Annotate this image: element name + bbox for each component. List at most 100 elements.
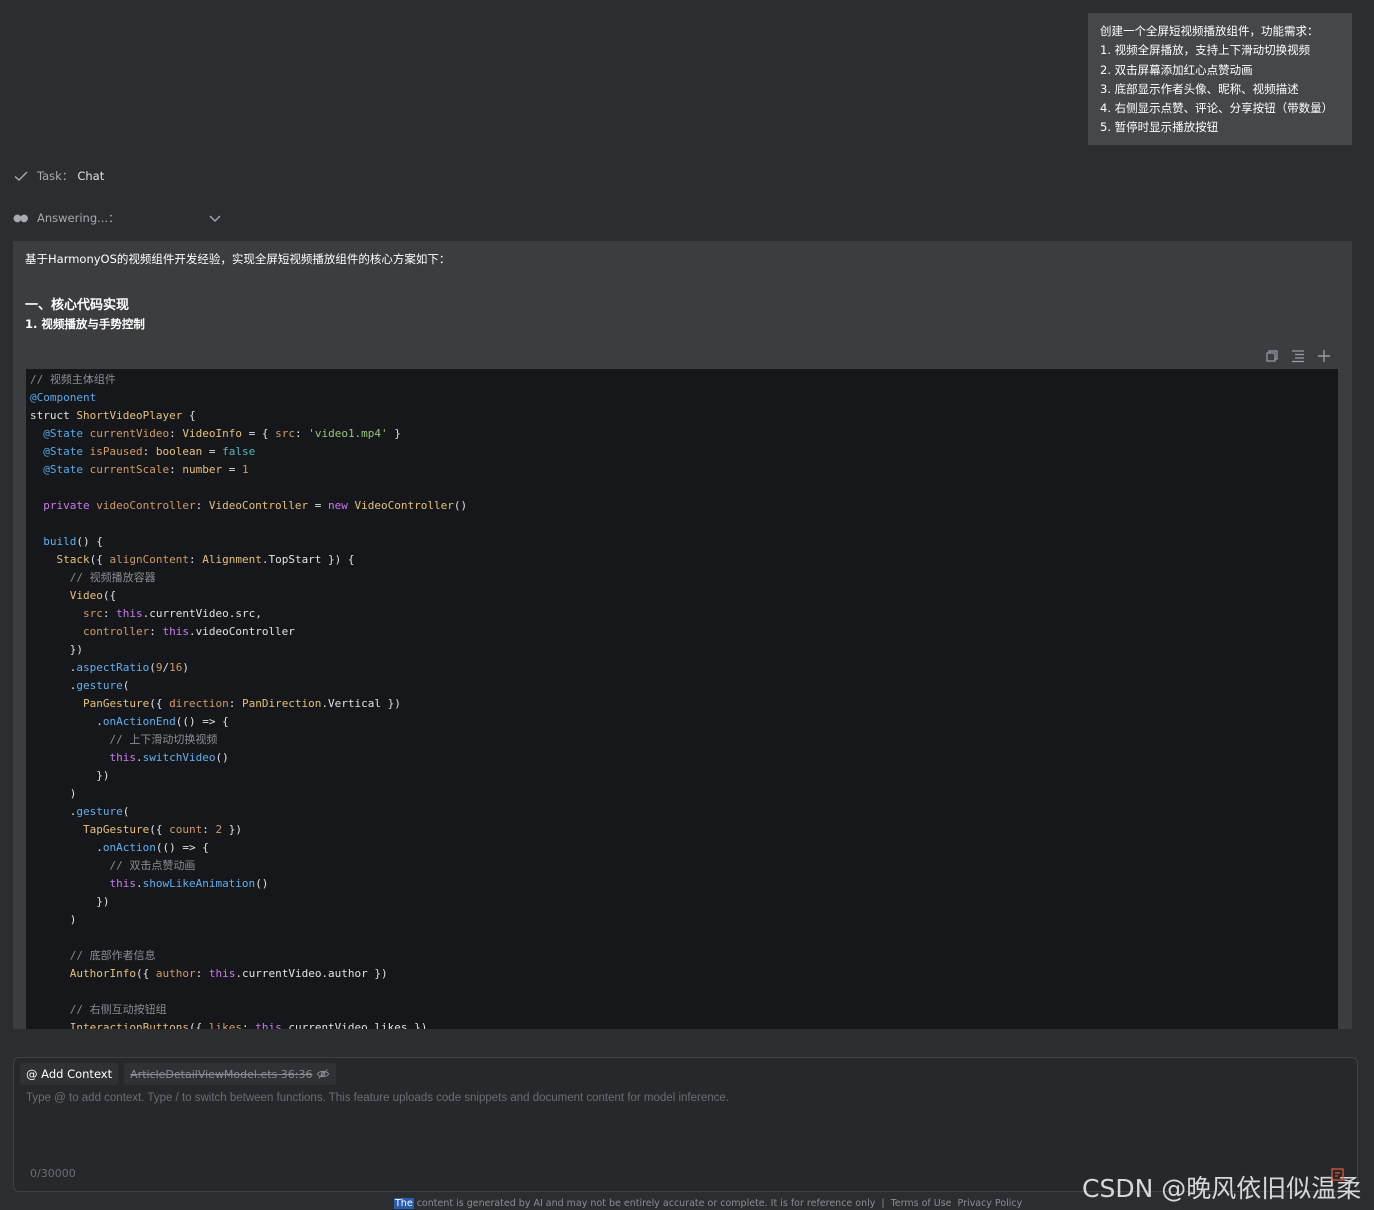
user-message-line: 1. 视频全屏播放，支持上下滑动切换视频 <box>1100 43 1311 58</box>
code-token: // 双击点赞动画 <box>30 859 196 872</box>
code-token: // 底部作者信息 <box>30 949 156 962</box>
user-message-line: 5. 暂停时显示播放按钮 <box>1100 120 1219 135</box>
terms-link[interactable]: Terms of Use <box>891 1198 952 1209</box>
code-token: ) <box>30 913 77 926</box>
code-token: () <box>255 877 269 890</box>
code-content: // 视频主体组件 @Component struct ShortVideoPlay… <box>26 369 1338 1029</box>
user-message-line: 4. 右侧显示点赞、评论、分享按钮（带数量） <box>1100 101 1334 116</box>
chevron-down-icon[interactable] <box>207 210 223 226</box>
code-line: ) <box>30 785 1338 803</box>
code-token: onActionEnd <box>102 715 176 728</box>
answering-toggle[interactable]: ●● Answering...： <box>13 208 223 228</box>
code-line: .onActionEnd(() => { <box>30 713 1338 731</box>
code-token: this <box>162 625 189 638</box>
code-token: direction <box>169 697 229 710</box>
code-token: PanDirection <box>241 697 322 710</box>
code-line: // 双击点赞动画 <box>30 857 1338 875</box>
eye-off-icon[interactable] <box>316 1067 330 1081</box>
code-line: }) <box>30 893 1338 911</box>
code-token: .Vertical }) <box>321 697 401 710</box>
context-file-chip[interactable]: ArticleDetailViewModel.ets 36:36 <box>124 1063 337 1085</box>
code-token: alignContent <box>109 553 189 566</box>
code-token: : <box>195 499 209 512</box>
code-line: private videoController: VideoController… <box>30 497 1338 515</box>
privacy-link[interactable]: Privacy Policy <box>958 1198 1023 1209</box>
code-line: // 视频播放容器 <box>30 569 1338 587</box>
code-line: @State isPaused: boolean = false <box>30 443 1338 461</box>
code-token: ( <box>149 661 156 674</box>
code-token: showLikeAnimation <box>142 877 256 890</box>
code-token: VideoController <box>208 499 309 512</box>
code-token: VideoInfo <box>182 427 242 440</box>
context-row: @ Add Context ArticleDetailViewModel.ets… <box>20 1063 337 1085</box>
copy-icon[interactable] <box>1264 348 1280 364</box>
code-line: controller: this.videoController <box>30 623 1338 641</box>
code-token: : <box>169 427 183 440</box>
code-token: currentScale <box>89 463 170 476</box>
code-token: this <box>116 607 143 620</box>
code-token: // 右侧互动按钮组 <box>30 1003 167 1016</box>
answering-label: Answering...： <box>37 211 120 225</box>
code-line: TapGesture({ count: 2 }) <box>30 821 1338 839</box>
code-line: @State currentVideo: VideoInfo = { src: … <box>30 425 1338 443</box>
code-token: () <box>215 751 229 764</box>
code-token: () <box>453 499 468 512</box>
code-line: .gesture( <box>30 677 1338 695</box>
code-token: Video <box>30 589 103 602</box>
code-token: ({ <box>102 589 117 602</box>
code-line: PanGesture({ direction: PanDirection.Ver… <box>30 695 1338 713</box>
code-token: controller <box>30 625 150 638</box>
code-token: ( <box>122 679 130 692</box>
watermark: CSDN @晚风依旧似温柔 <box>1082 1174 1362 1203</box>
code-token: = { <box>241 427 276 440</box>
code-token: this <box>208 967 236 980</box>
code-token: src <box>275 427 295 440</box>
code-token: : <box>169 463 183 476</box>
task-value: Chat <box>77 169 105 183</box>
code-token: ShortVideoPlayer <box>76 409 183 422</box>
code-line: .onAction(() => { <box>30 839 1338 857</box>
user-message-line: 2. 双击屏幕添加红心点赞动画 <box>1100 62 1253 77</box>
user-message-line: 3. 底部显示作者头像、昵称、视频描述 <box>1100 81 1299 96</box>
list-icon[interactable] <box>1290 348 1306 364</box>
code-token: .TopStart }) { <box>261 553 355 566</box>
code-line: }) <box>30 641 1338 659</box>
code-line: ) <box>30 911 1338 929</box>
code-token: switchVideo <box>142 751 216 764</box>
feedback-icon[interactable] <box>1330 1167 1346 1183</box>
code-token: // 视频主体组件 <box>30 373 116 386</box>
code-block: // 视频主体组件 @Component struct ShortVideoPlay… <box>26 343 1338 1029</box>
code-line: Video({ <box>30 587 1338 605</box>
code-token: .currentVideo.author }) <box>235 967 388 980</box>
code-token: . <box>135 751 143 764</box>
code-token: .videoController <box>188 625 295 638</box>
code-token: () { <box>76 535 103 548</box>
code-line: // 右侧互动按钮组 <box>30 1001 1338 1019</box>
code-token: 'video1.mp4' <box>308 427 388 440</box>
code-token: .currentVideo.likes }) <box>281 1021 428 1029</box>
prompt-input[interactable] <box>26 1092 1346 1152</box>
code-token: likes <box>208 1021 242 1029</box>
code-line: src: this.currentVideo.src, <box>30 605 1338 623</box>
add-context-button[interactable]: @ Add Context <box>20 1063 119 1085</box>
code-line: build() { <box>30 533 1338 551</box>
code-token: ({ <box>188 1021 209 1029</box>
user-message-bubble: 创建一个全屏短视频播放组件，功能需求： 1. 视频全屏播放，支持上下滑动切换视频… <box>1088 13 1352 145</box>
code-line: this.switchVideo() <box>30 749 1338 767</box>
code-token: : <box>195 967 209 980</box>
disclaimer-footer: The content is generated by AI and may n… <box>394 1198 1022 1209</box>
code-token: aspectRatio <box>76 661 150 674</box>
code-token: : <box>142 445 156 458</box>
disclaimer-text: content is generated by AI and may not b… <box>416 1198 876 1209</box>
code-token: (() => { <box>155 841 209 854</box>
plus-icon[interactable] <box>1316 348 1332 364</box>
code-token: : <box>202 823 216 836</box>
check-icon <box>14 171 28 181</box>
code-token: videoController <box>96 499 196 512</box>
code-line: // 底部作者信息 <box>30 947 1338 965</box>
code-token: gesture <box>76 805 123 818</box>
code-token: this <box>255 1021 282 1029</box>
